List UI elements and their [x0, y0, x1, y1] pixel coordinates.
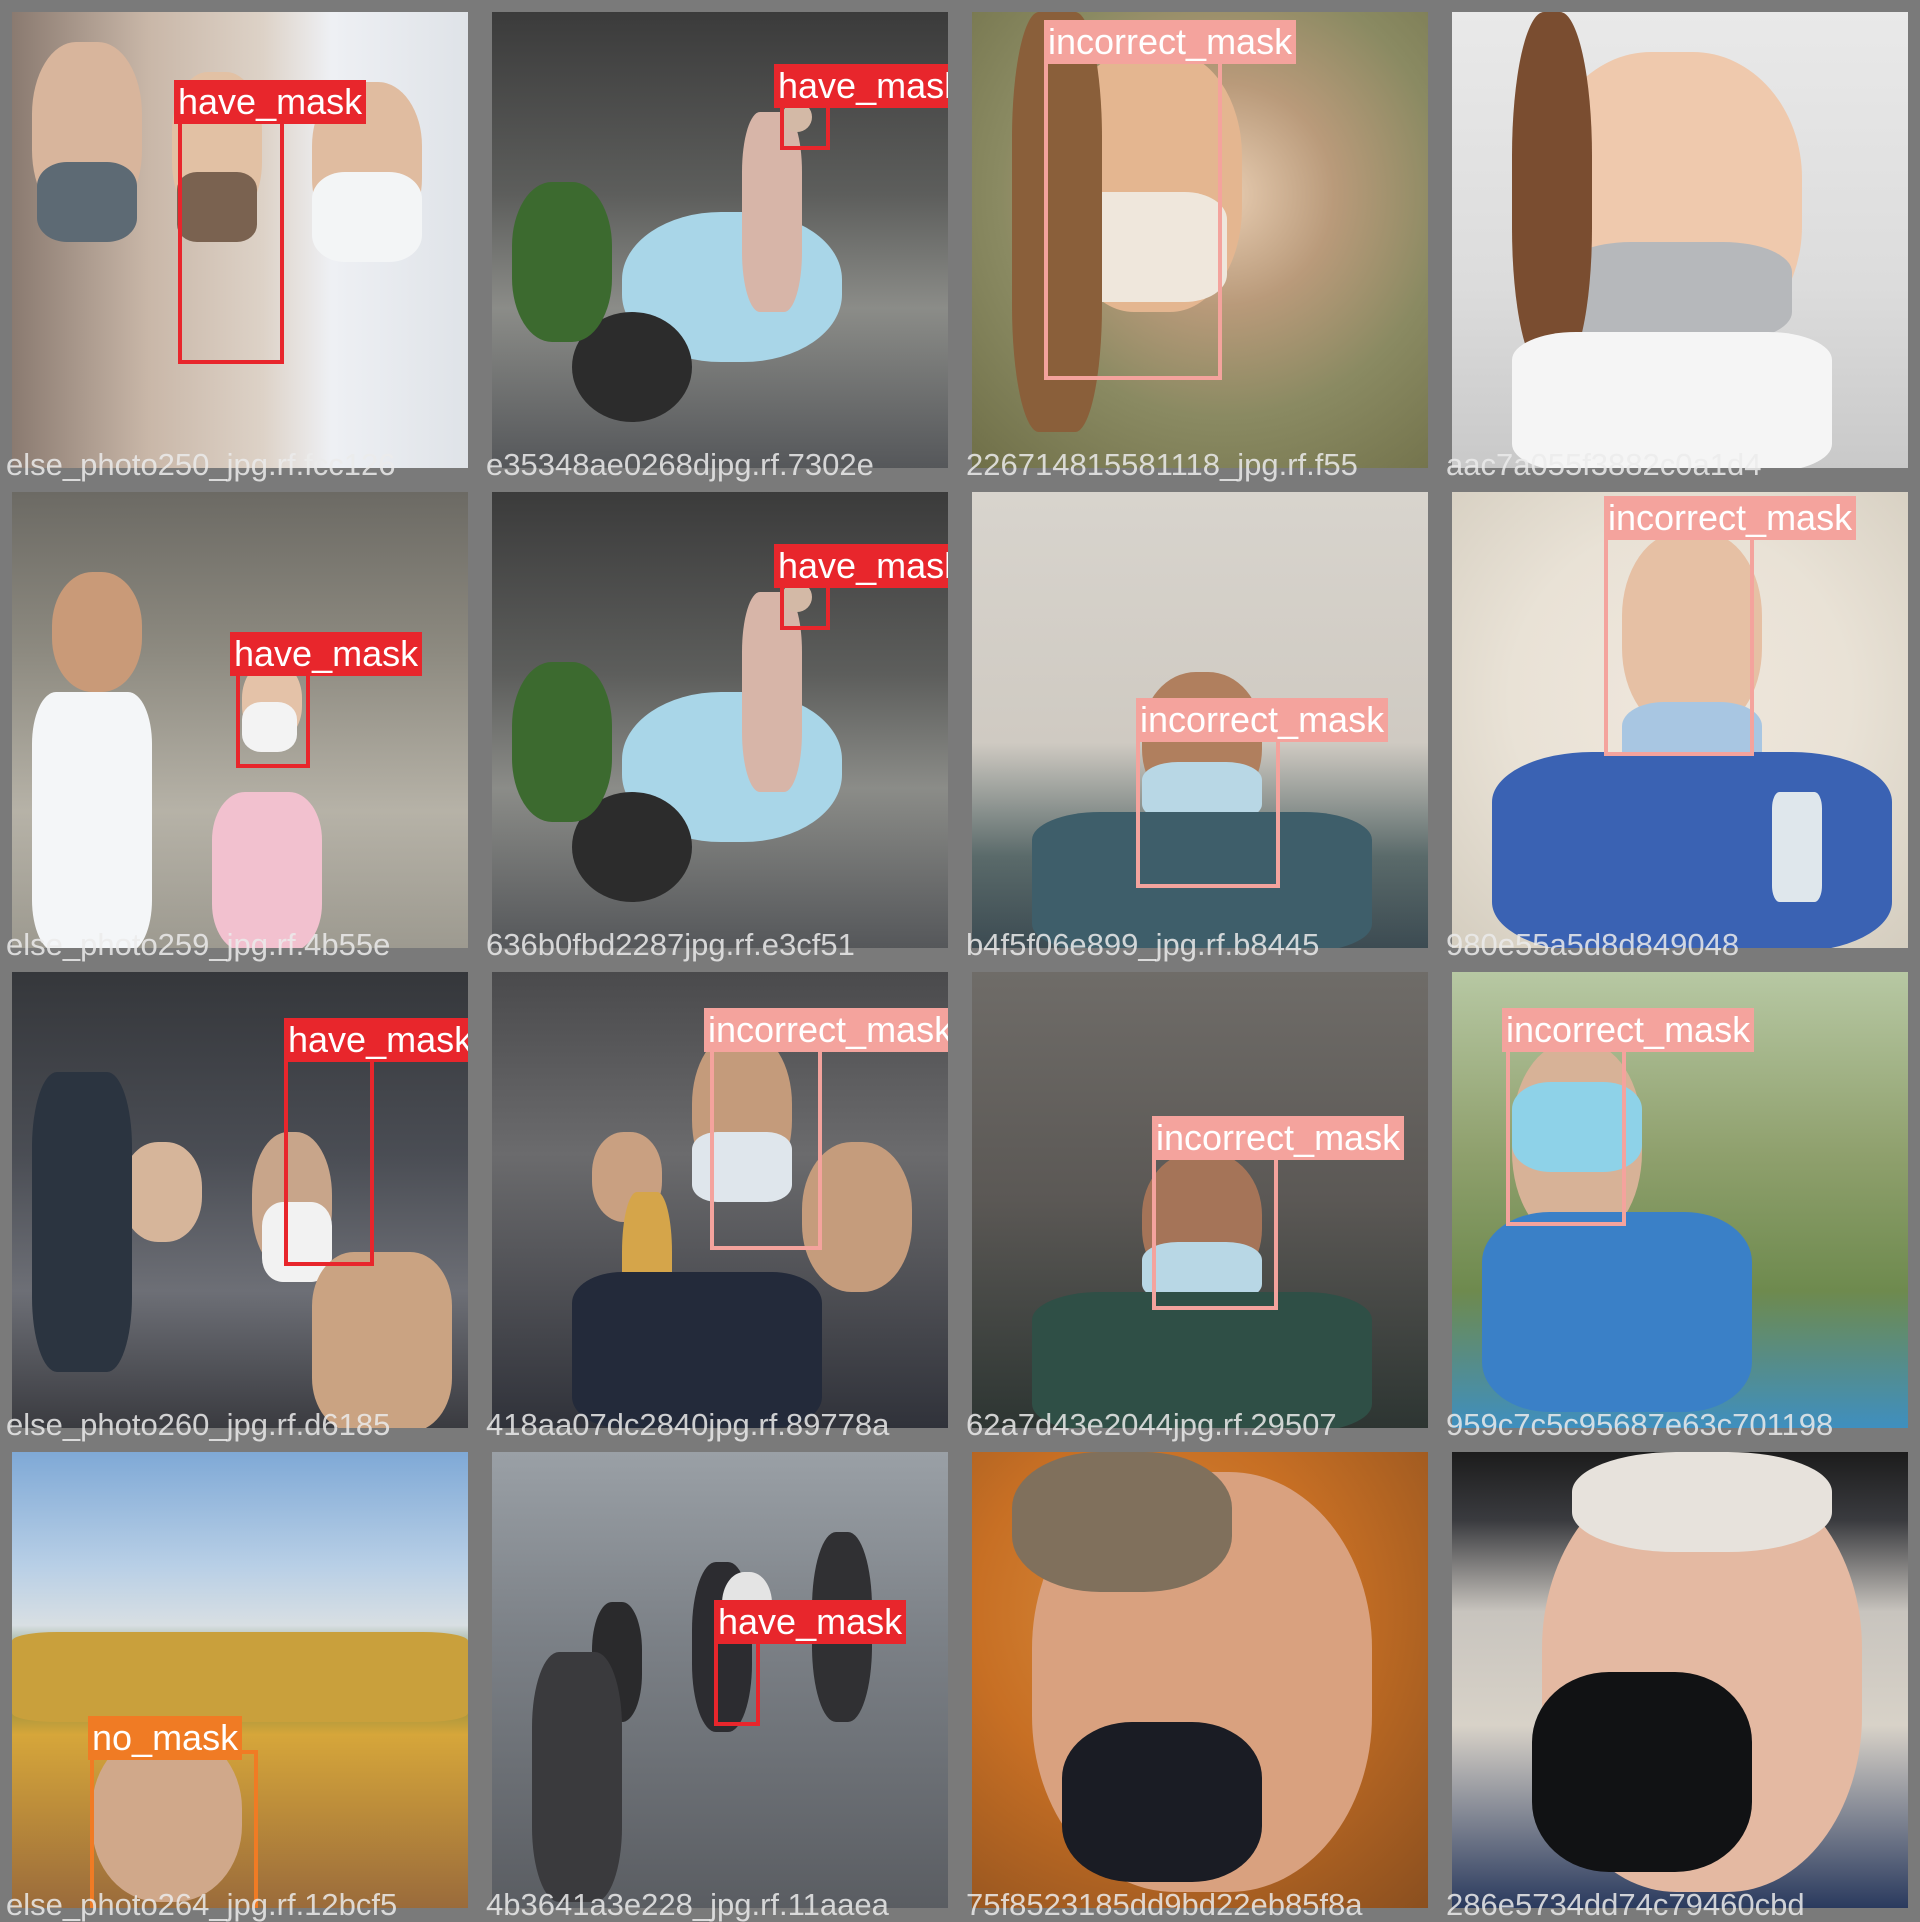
detection-label: have_mask — [230, 632, 423, 676]
image-tile: have_mask — [492, 1452, 948, 1908]
photo-shape — [1532, 1672, 1752, 1872]
detection-box-incorrect-mask — [1152, 1150, 1278, 1310]
detection-label: incorrect_mask — [1502, 1008, 1755, 1052]
photo-shape — [122, 1142, 202, 1242]
tile-photo — [972, 1452, 1428, 1908]
detection-label: incorrect_mask — [1152, 1116, 1405, 1160]
detection-label: incorrect_mask — [704, 1008, 948, 1052]
tile-photo — [1452, 12, 1908, 468]
detection-label: have_mask — [714, 1600, 907, 1644]
image-tile: incorrect_mask — [972, 492, 1428, 948]
image-tile — [1452, 12, 1908, 468]
image-tile: have_mask — [492, 12, 948, 468]
tile-photo — [1452, 1452, 1908, 1908]
photo-shape — [12, 1632, 468, 1722]
image-tile: have_mask — [12, 492, 468, 948]
photo-shape — [1482, 1212, 1752, 1412]
detection-mosaic: have_mask else_photo250_jpg.rf.fcc126 have… — [0, 0, 1920, 1922]
detection-label: incorrect_mask — [1136, 698, 1389, 742]
image-tile: incorrect_mask — [972, 972, 1428, 1428]
photo-shape — [512, 662, 612, 822]
detection-box-have-mask — [236, 664, 310, 768]
photo-shape — [1772, 792, 1822, 902]
photo-shape — [312, 1252, 452, 1428]
photo-shape — [1012, 1452, 1232, 1592]
photo-shape — [312, 172, 422, 262]
detection-label: have_mask — [174, 80, 367, 124]
photo-shape — [1562, 242, 1792, 342]
image-tile: incorrect_mask — [972, 12, 1428, 468]
image-tile: incorrect_mask — [1452, 972, 1908, 1428]
image-tile — [1452, 1452, 1908, 1908]
image-tile: have_mask — [492, 492, 948, 948]
detection-box-incorrect-mask — [710, 1042, 822, 1250]
image-tile: have_mask — [12, 972, 468, 1428]
photo-shape — [572, 1272, 822, 1428]
image-tile: incorrect_mask — [492, 972, 948, 1428]
detection-label: have_mask — [774, 544, 948, 588]
detection-box-no-mask — [90, 1750, 258, 1908]
photo-shape — [37, 162, 137, 242]
detection-box-incorrect-mask — [1136, 732, 1280, 888]
photo-shape — [212, 792, 322, 948]
detection-box-have-mask — [714, 1636, 760, 1726]
photo-shape — [512, 182, 612, 342]
photo-shape — [532, 1652, 622, 1902]
detection-box-have-mask — [284, 1050, 374, 1266]
detection-box-incorrect-mask — [1044, 50, 1222, 380]
photo-shape — [52, 572, 142, 692]
photo-shape — [1062, 1722, 1262, 1882]
image-tile — [972, 1452, 1428, 1908]
detection-label: incorrect_mask — [1604, 496, 1857, 540]
photo-shape — [32, 692, 152, 948]
photo-shape — [1492, 752, 1892, 948]
photo-shape — [1032, 1292, 1372, 1428]
detection-box-have-mask — [178, 94, 284, 364]
detection-label: no_mask — [88, 1716, 243, 1760]
photo-shape — [1572, 1452, 1832, 1552]
image-tile: incorrect_mask — [1452, 492, 1908, 948]
detection-box-incorrect-mask — [1604, 528, 1754, 756]
photo-shape — [1512, 12, 1592, 372]
photo-shape — [32, 1072, 132, 1372]
detection-box-incorrect-mask — [1506, 1046, 1626, 1226]
image-tile: have_mask — [12, 12, 468, 468]
image-tile: no_mask — [12, 1452, 468, 1908]
photo-shape — [1512, 332, 1832, 468]
detection-label: incorrect_mask — [1044, 20, 1297, 64]
detection-label: have_mask — [284, 1018, 468, 1062]
detection-label: have_mask — [774, 64, 948, 108]
